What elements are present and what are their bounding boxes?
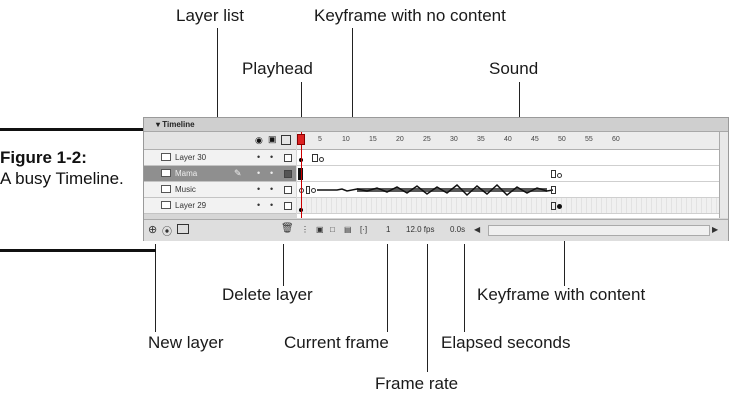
elapsed-time: 0.0s [450, 225, 466, 234]
leader-frame-rate [427, 244, 428, 372]
keyframe-empty-circle[interactable] [319, 157, 324, 162]
callout-new-layer: New layer [148, 333, 224, 352]
lock-icon[interactable]: ▣ [268, 134, 277, 145]
add-motion-guide-icon[interactable]: ⦿ [162, 223, 172, 238]
center-frame-icon[interactable]: ⋮ [301, 225, 309, 234]
ruler-tick: 5 [318, 136, 322, 143]
frame-row-mama[interactable] [297, 166, 721, 182]
ruler-tick: 20 [396, 136, 404, 143]
timeline-title[interactable]: ▾ Timeline [156, 118, 195, 131]
layer-name: Music [175, 185, 196, 194]
figure-caption-body: A busy Timeline. [0, 169, 124, 188]
visibility-dot[interactable]: • [257, 198, 260, 213]
frame-row-layer-29[interactable] [297, 198, 721, 214]
frame-end-marker[interactable] [551, 170, 556, 178]
layer-row-mama[interactable]: Mama ✎ • • [144, 166, 296, 182]
ruler-tick: 50 [558, 136, 566, 143]
layer-name: Mama [175, 169, 198, 178]
visibility-dot[interactable]: • [257, 166, 260, 181]
callout-keyframe-no-content: Keyframe with no content [314, 6, 506, 25]
eye-icon[interactable]: ◉ [255, 135, 263, 146]
scroll-left-icon[interactable]: ◀ [474, 225, 480, 234]
visibility-dot[interactable]: • [257, 182, 260, 197]
leader-current-frame [387, 244, 388, 332]
outline-square[interactable] [284, 154, 292, 162]
frame-ruler[interactable]: 1 5 10 15 20 25 30 35 40 45 50 55 60 [297, 132, 721, 150]
new-layer-icon[interactable]: ⊕ [148, 223, 157, 236]
frame-span-marker[interactable] [306, 186, 310, 194]
layer-row-layer-30[interactable]: Layer 30 • • [144, 150, 296, 166]
frame-row-layer-30[interactable] [297, 150, 721, 166]
keyframe-with-content[interactable] [557, 204, 562, 209]
ruler-tick: 45 [531, 136, 539, 143]
frame-end-marker[interactable] [551, 202, 556, 210]
layer-name: Layer 29 [175, 201, 207, 210]
timeline-bottom-bar: ⊕ ⦿ 🗑 ⋮ ▣ □ ▤ [·] 1 12.0 fps 0.0s ◀ ▶ [144, 219, 728, 241]
callout-sound: Sound [489, 59, 539, 78]
frame-row-music[interactable] [297, 182, 721, 198]
keyframe-empty[interactable] [312, 154, 318, 162]
keyframe-empty-circle[interactable] [557, 173, 562, 178]
ruler-tick: 40 [504, 136, 512, 143]
playhead-handle[interactable] [297, 134, 305, 145]
layer-row-music[interactable]: Music • • [144, 182, 296, 198]
modify-markers-icon[interactable]: [·] [360, 225, 367, 234]
outline-square[interactable] [284, 186, 292, 194]
lock-dot[interactable]: • [270, 182, 273, 197]
outline-square[interactable] [284, 202, 292, 210]
edit-multiple-icon[interactable]: ▤ [344, 225, 352, 234]
caption-rule-top [0, 128, 156, 131]
ruler-tick: 55 [585, 136, 593, 143]
lock-dot[interactable]: • [270, 166, 273, 181]
current-frame: 1 [386, 225, 391, 234]
new-folder-icon[interactable] [177, 224, 189, 234]
layer-icon [161, 185, 171, 193]
lock-dot[interactable]: • [270, 198, 273, 213]
leader-elapsed-seconds [464, 244, 465, 332]
ruler-tick: 15 [369, 136, 377, 143]
layer-icon [161, 153, 171, 161]
ruler-tick: 35 [477, 136, 485, 143]
ruler-tick: 30 [450, 136, 458, 143]
outline-square[interactable] [284, 170, 292, 178]
vertical-scrollbar[interactable] [719, 132, 728, 218]
callout-keyframe-with-content: Keyframe with content [477, 285, 646, 304]
ruler-tick: 25 [423, 136, 431, 143]
leader-delete-layer [283, 244, 284, 286]
callout-elapsed-seconds: Elapsed seconds [441, 333, 571, 352]
sound-waveform [317, 183, 553, 197]
horizontal-scrollbar[interactable] [488, 225, 710, 236]
frame-end-marker[interactable] [551, 186, 556, 194]
leader-new-layer [155, 244, 156, 332]
lock-dot[interactable]: • [270, 150, 273, 165]
callout-frame-rate: Frame rate [375, 374, 459, 393]
onion-skin-icon[interactable]: ▣ [316, 225, 324, 234]
pencil-icon: ✎ [234, 168, 242, 178]
outline-icon[interactable] [281, 135, 291, 145]
figure-caption-title: Figure 1-2: [0, 148, 87, 167]
frame-rate: 12.0 fps [406, 225, 435, 234]
ruler-tick: 10 [342, 136, 350, 143]
callout-current-frame: Current frame [284, 333, 389, 352]
layer-list-header: ◉ ▣ [144, 132, 296, 150]
callout-playhead: Playhead [242, 59, 313, 78]
ruler-tick: 60 [612, 136, 620, 143]
timeline-panel: ▾ Timeline ◉ ▣ Layer 30 • • Mama ✎ • • M… [143, 117, 729, 241]
frame-grid[interactable]: 1 5 10 15 20 25 30 35 40 45 50 55 60 [297, 132, 721, 218]
layer-row-layer-29[interactable]: Layer 29 • • [144, 198, 296, 214]
layer-icon [161, 169, 171, 177]
delete-layer-icon[interactable]: 🗑 [281, 223, 294, 234]
callout-layer-list: Layer list [176, 6, 245, 25]
layer-name: Layer 30 [175, 153, 207, 162]
keyframe-empty-circle[interactable] [311, 188, 316, 193]
scroll-right-icon[interactable]: ▶ [712, 225, 718, 234]
timeline-title-bar[interactable]: ▾ Timeline [144, 118, 728, 132]
layer-icon [161, 201, 171, 209]
onion-outlines-icon[interactable]: □ [330, 225, 335, 234]
caption-rule-bottom [0, 249, 156, 252]
callout-delete-layer: Delete layer [222, 285, 313, 304]
visibility-dot[interactable]: • [257, 150, 260, 165]
